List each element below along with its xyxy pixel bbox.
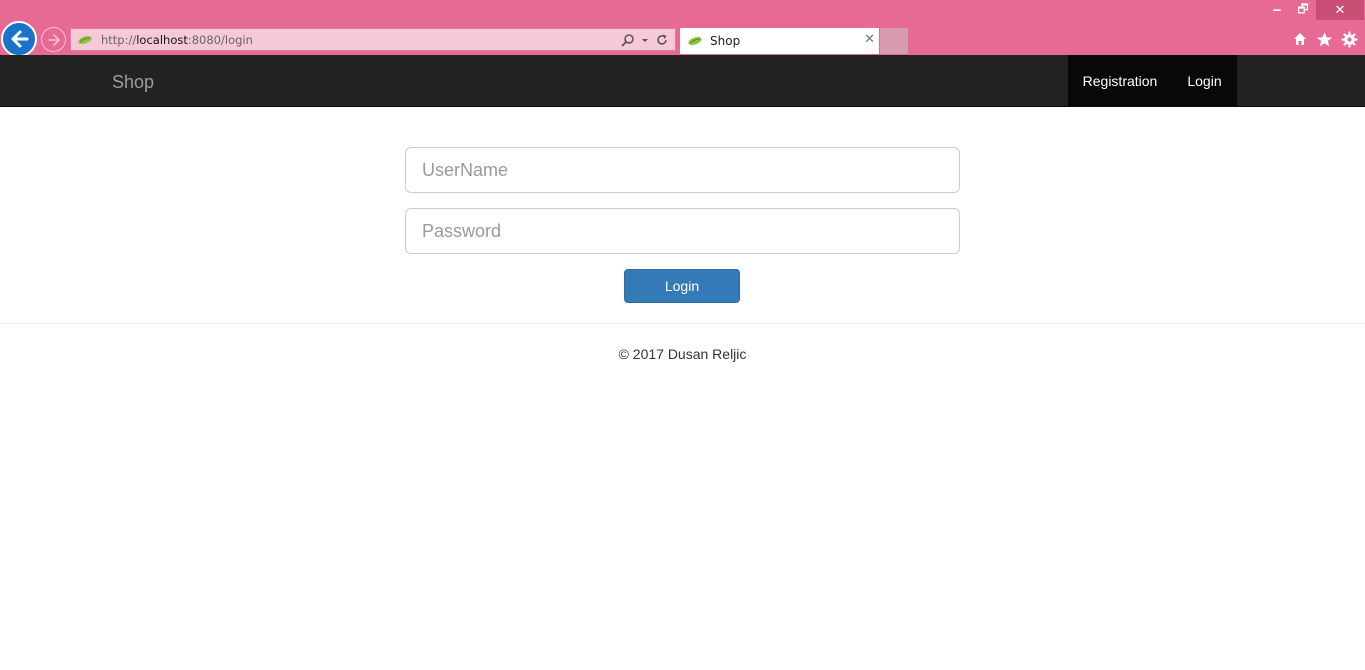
back-button[interactable] (1, 21, 37, 57)
login-button[interactable]: Login (624, 269, 740, 303)
back-arrow-icon (11, 30, 29, 48)
brand-link[interactable]: Shop (112, 72, 154, 93)
nav-registration-link[interactable]: Registration (1068, 55, 1172, 106)
home-icon[interactable] (1290, 29, 1310, 49)
site-favicon (78, 35, 92, 44)
footer-divider (0, 323, 1365, 324)
forward-arrow-icon (47, 33, 60, 46)
browser-chrome: 🗕 🗗 ✕ http://localhost:8080/login Shop ✕ (0, 0, 1365, 57)
forward-button[interactable] (41, 27, 66, 52)
password-input[interactable] (405, 208, 960, 254)
gear-icon[interactable] (1338, 29, 1360, 49)
dropdown-icon[interactable] (641, 33, 649, 47)
address-bar[interactable]: http://localhost:8080/login (70, 28, 676, 51)
close-window-button[interactable]: ✕ (1316, 0, 1364, 20)
star-icon[interactable] (1314, 29, 1334, 49)
refresh-icon[interactable] (655, 33, 669, 47)
search-icon[interactable] (621, 33, 635, 47)
browser-tab[interactable]: Shop ✕ (680, 28, 879, 54)
url-text: http://localhost:8080/login (101, 32, 253, 47)
footer-copyright: © 2017 Dusan Reljic (618, 346, 747, 362)
close-tab-icon[interactable]: ✕ (864, 32, 875, 47)
nav-login-link[interactable]: Login (1172, 55, 1237, 106)
minimize-button[interactable]: 🗕 (1264, 0, 1290, 20)
tab-title: Shop (710, 34, 741, 48)
address-bar-icons (621, 31, 669, 49)
site-navbar: Shop Registration Login (0, 55, 1365, 107)
new-tab-button[interactable] (880, 28, 908, 54)
maximize-button[interactable]: 🗗 (1290, 0, 1316, 20)
username-input[interactable] (405, 147, 960, 193)
tab-favicon (688, 36, 702, 46)
